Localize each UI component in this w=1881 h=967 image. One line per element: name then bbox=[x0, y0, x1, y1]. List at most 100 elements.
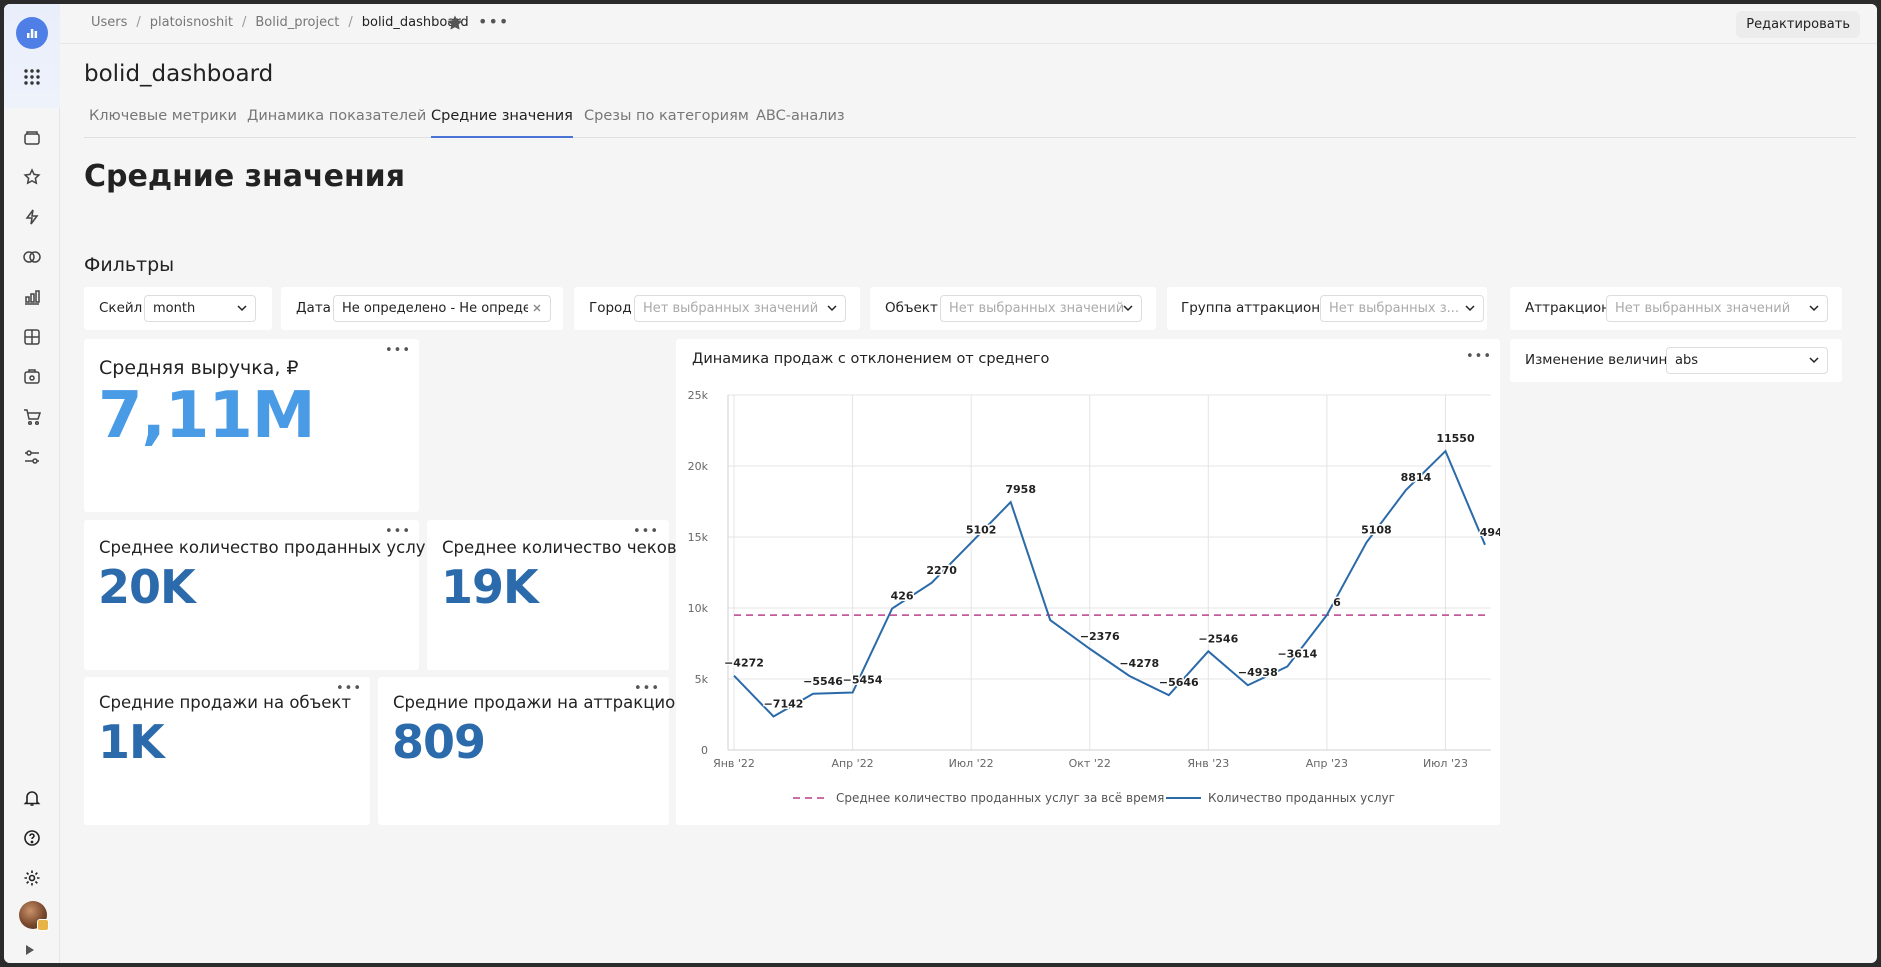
select-placeholder: Нет выбранных значений bbox=[949, 301, 1125, 316]
reports-icon[interactable] bbox=[20, 365, 44, 389]
card-menu-icon[interactable]: ••• bbox=[633, 524, 659, 539]
tabs-bar: Ключевые метрики Динамика показателей Ср… bbox=[84, 106, 1856, 138]
tab-dynamics[interactable]: Динамика показателей bbox=[247, 108, 426, 138]
filter-label: Скейл bbox=[99, 300, 143, 316]
kpi-value: 1K bbox=[98, 715, 165, 769]
select-value: abs bbox=[1675, 353, 1698, 368]
top-bar: Users / platoisnoshit / Bolid_project / bol… bbox=[60, 4, 1877, 44]
change-value-select[interactable]: abs bbox=[1666, 347, 1828, 374]
tab-abc-analysis[interactable]: ABC-анализ bbox=[756, 108, 845, 138]
kpi-title: Среднее количество чеков bbox=[442, 538, 677, 557]
datasets-icon[interactable] bbox=[20, 245, 44, 269]
chevron-down-icon bbox=[1123, 305, 1133, 312]
settings-sliders-icon[interactable] bbox=[20, 445, 44, 469]
data-label: 426 bbox=[891, 590, 914, 603]
x-tick-label: Окт '22 bbox=[1069, 757, 1111, 770]
y-tick-label: 25k bbox=[688, 389, 709, 402]
line-chart: 0 5k 10k 15k 20k 25k Янв '22 Апр '22 Июл '22 Окт … bbox=[688, 389, 1500, 805]
filter-label: Изменение величины bbox=[1525, 352, 1678, 368]
filter-object: Объект Нет выбранных значений bbox=[870, 287, 1156, 330]
kpi-value: 7,11M bbox=[98, 379, 316, 453]
x-tick-label: Янв '22 bbox=[713, 757, 755, 770]
kpi-title: Среднее количество проданных услуг bbox=[99, 538, 435, 557]
data-label: −3614 bbox=[1277, 648, 1317, 661]
filter-attraction-group: Группа аттракционов Нет выбранных з... bbox=[1167, 287, 1487, 330]
data-label: −7142 bbox=[764, 697, 804, 710]
kpi-value: 19K bbox=[441, 560, 539, 614]
breadcrumb-item[interactable]: Users bbox=[91, 15, 127, 30]
kpi-card-per-object: ••• Средние продажи на объект 1K bbox=[84, 677, 370, 825]
kpi-card-services: ••• Среднее количество проданных услуг 2… bbox=[84, 520, 434, 670]
apps-grid-icon[interactable] bbox=[20, 65, 44, 89]
scale-select[interactable]: month bbox=[144, 295, 256, 322]
data-label: −4278 bbox=[1119, 657, 1159, 670]
breadcrumb-separator: / bbox=[348, 15, 353, 30]
section-title: Средние значения bbox=[84, 159, 405, 194]
filter-label: Аттракцион bbox=[1525, 300, 1611, 316]
select-placeholder: Нет выбранных значений bbox=[643, 301, 819, 316]
left-rail bbox=[4, 4, 60, 963]
breadcrumb-item[interactable]: platoisnoshit bbox=[150, 15, 233, 30]
filter-attraction: Аттракцион Нет выбранных значений bbox=[1510, 287, 1842, 330]
marketplace-cart-icon[interactable] bbox=[20, 405, 44, 429]
x-tick-label: Июл '22 bbox=[949, 757, 994, 770]
chevron-down-icon bbox=[1465, 305, 1475, 312]
attraction-group-select[interactable]: Нет выбранных з... bbox=[1320, 295, 1484, 322]
card-menu-icon[interactable]: ••• bbox=[385, 343, 411, 358]
data-label: −2546 bbox=[1198, 632, 1238, 645]
tab-key-metrics[interactable]: Ключевые метрики bbox=[89, 108, 237, 138]
collections-icon[interactable] bbox=[20, 126, 44, 150]
select-placeholder: Нет выбранных з... bbox=[1329, 301, 1460, 316]
date-range-input[interactable]: Не определено - Не определено bbox=[333, 295, 551, 322]
data-label: −5454 bbox=[843, 673, 883, 686]
breadcrumb: Users / platoisnoshit / Bolid_project / bol… bbox=[91, 15, 469, 30]
clear-icon[interactable] bbox=[532, 303, 542, 313]
tab-categories[interactable]: Срезы по категориям bbox=[584, 108, 749, 138]
kpi-title: Средняя выручка, ₽ bbox=[99, 357, 299, 379]
data-label: 2270 bbox=[926, 564, 957, 577]
breadcrumb-separator: / bbox=[136, 15, 141, 30]
filter-date: Дата Не определено - Не определено bbox=[281, 287, 563, 330]
chart-card: Динамика продаж с отклонением от среднег… bbox=[676, 339, 1500, 825]
x-tick-label: Янв '23 bbox=[1187, 757, 1229, 770]
app-window: Users / platoisnoshit / Bolid_project / bol… bbox=[4, 4, 1877, 963]
favorite-star-icon[interactable] bbox=[446, 14, 466, 34]
x-tick-label: Апр '23 bbox=[1306, 757, 1348, 770]
notifications-bell-icon[interactable] bbox=[20, 786, 44, 810]
object-select[interactable]: Нет выбранных значений bbox=[940, 295, 1142, 322]
help-icon[interactable] bbox=[20, 826, 44, 850]
data-label: 8814 bbox=[1401, 471, 1432, 484]
kpi-title: Средние продажи на объект bbox=[99, 693, 351, 712]
connections-bolt-icon[interactable] bbox=[20, 205, 44, 229]
data-label: −4272 bbox=[724, 657, 764, 670]
dashboards-icon[interactable] bbox=[20, 325, 44, 349]
favorites-star-icon[interactable] bbox=[20, 165, 44, 189]
x-tick-label: Июл '23 bbox=[1423, 757, 1468, 770]
tab-averages[interactable]: Средние значения bbox=[431, 108, 573, 138]
city-select[interactable]: Нет выбранных значений bbox=[634, 295, 846, 322]
chevron-down-icon bbox=[1809, 305, 1819, 312]
expand-rail-icon[interactable] bbox=[26, 945, 34, 955]
data-label: −5646 bbox=[1159, 676, 1199, 689]
data-label: −5546 bbox=[803, 675, 843, 688]
more-actions-icon[interactable]: ••• bbox=[478, 14, 508, 34]
dashboard-title: bolid_dashboard bbox=[84, 61, 274, 87]
select-placeholder: Нет выбранных значений bbox=[1615, 301, 1791, 316]
breadcrumb-separator: / bbox=[241, 15, 247, 30]
breadcrumb-item[interactable]: Bolid_project bbox=[255, 15, 339, 30]
x-tick-label: Апр '22 bbox=[831, 757, 873, 770]
kpi-card-per-attraction: ••• Средние продажи на аттракцион 809 bbox=[378, 677, 686, 825]
gear-icon[interactable] bbox=[20, 866, 44, 890]
select-value: month bbox=[153, 301, 196, 316]
filter-city: Город Нет выбранных значений bbox=[574, 287, 860, 330]
filter-label: Группа аттракционов bbox=[1181, 300, 1337, 316]
datalens-logo-icon[interactable] bbox=[16, 17, 48, 49]
filter-scale: Скейл month bbox=[84, 287, 272, 330]
charts-icon[interactable] bbox=[20, 285, 44, 309]
card-menu-icon[interactable]: ••• bbox=[385, 524, 411, 539]
attraction-select[interactable]: Нет выбранных значений bbox=[1606, 295, 1828, 322]
edit-button[interactable]: Редактировать bbox=[1736, 11, 1860, 38]
chevron-down-icon bbox=[237, 305, 247, 312]
chevron-down-icon bbox=[1809, 357, 1819, 364]
avatar-badge bbox=[37, 919, 49, 931]
